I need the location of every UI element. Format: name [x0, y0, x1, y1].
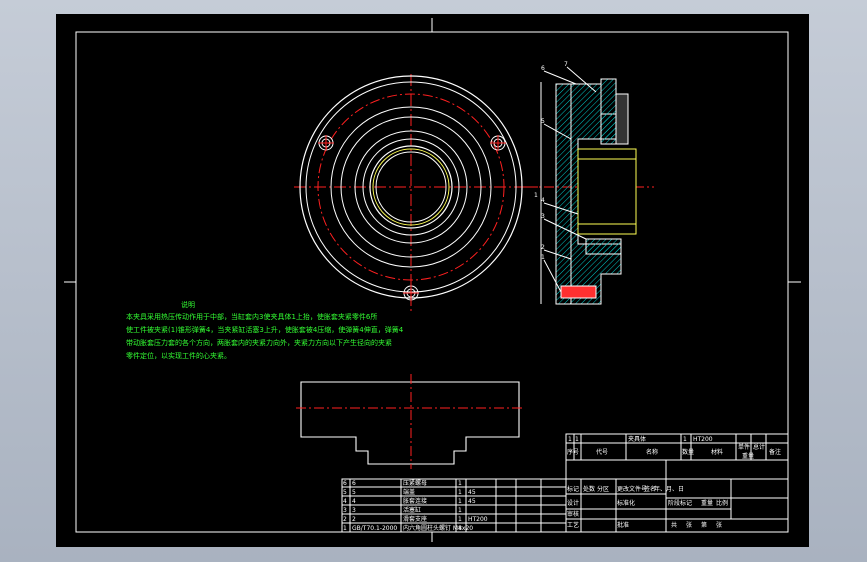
drawing-canvas: 6 7 5 1 4 3 2 1 说明 本夹具采用热压传动作用于中部，当缸套内3使…	[56, 14, 809, 547]
parts-cell: 3	[343, 507, 347, 514]
table-cell: 1	[683, 436, 687, 443]
title-cell: 更改文件号	[617, 485, 647, 493]
section-workpiece	[577, 148, 637, 235]
cad-drawing: 6 7 5 1 4 3 2 1 说明 本夹具采用热压传动作用于中部，当缸套内3使…	[64, 18, 801, 542]
parts-cell: 6	[343, 480, 347, 487]
parts-cell: 4	[458, 525, 462, 532]
parts-cell: 45	[468, 498, 476, 505]
parts-cell: 滑套支座	[403, 515, 427, 523]
parts-cell: 1	[343, 525, 347, 532]
table-header: 备注	[769, 448, 781, 456]
title-cell: 重量	[701, 499, 713, 507]
parts-cell: 2	[343, 516, 347, 523]
parts-cell: 1	[458, 480, 462, 487]
title-cell: 设计	[567, 499, 579, 507]
notes-line: 零件定位，以实现工件的心夹紧。	[126, 351, 231, 360]
title-cell: 共	[671, 521, 677, 529]
section-bottom-screw	[560, 285, 597, 299]
parts-cell: 5	[352, 489, 356, 496]
parts-cell: 6	[352, 480, 356, 487]
title-cell: 阶段标记	[668, 499, 692, 507]
parts-cell: 2	[352, 516, 356, 523]
table-cell: 1	[575, 436, 579, 443]
title-cell: 张	[686, 521, 692, 529]
parts-cell: 4	[343, 498, 347, 505]
parts-cell: 端盖	[403, 488, 415, 496]
notes-line: 本夹具采用热压传动作用于中部，当缸套内3使夹具体1上抬，使胀套夹紧零件6所	[126, 312, 377, 321]
title-cell: 张	[716, 521, 722, 529]
table-header: 序号	[567, 448, 579, 456]
section-base-plate	[555, 83, 572, 305]
table-cell: HT200	[693, 436, 713, 443]
title-cell: 标准化	[617, 499, 635, 507]
technical-notes: 说明 本夹具采用热压传动作用于中部，当缸套内3使夹具体1上抬，使胀套夹紧零件6所…	[126, 300, 404, 360]
parts-cell: 1	[458, 516, 462, 523]
section-bolt-top	[615, 93, 629, 145]
bolt-hole-1	[318, 135, 334, 151]
title-cell: 工艺	[567, 521, 579, 529]
table-header: 重量	[742, 452, 754, 460]
parts-cell: HT200	[468, 516, 488, 523]
title-cell: 分区	[597, 485, 609, 493]
title-cell: 批准	[617, 521, 629, 529]
table-cell: 1	[568, 436, 572, 443]
table-header: 名称	[646, 448, 658, 456]
section-lower-sleeve	[585, 238, 622, 255]
table-header: 代号	[596, 448, 608, 456]
parts-cell: 4	[352, 498, 356, 505]
title-cell: 审核	[567, 510, 579, 518]
table-header: 数量	[682, 448, 694, 456]
bottom-profile	[300, 381, 520, 465]
parts-cell: 1	[458, 507, 462, 514]
front-view	[294, 74, 538, 314]
parts-cell: 5	[343, 489, 347, 496]
parts-cell: 1	[458, 498, 462, 505]
notes-title: 说明	[181, 300, 195, 309]
parts-cell: 压紧螺母	[403, 479, 427, 487]
parts-cell: 45	[468, 489, 476, 496]
parts-cell: GB/T70.1-2000	[352, 525, 397, 532]
notes-line: 带动胀套压力套的各个方向，两胀套内的夹紧力向外，夹紧力方向以下产生径向的夹紧	[126, 338, 392, 347]
balloon-label: 1	[534, 192, 538, 199]
table-header: 总计	[753, 443, 765, 451]
bottom-view	[296, 374, 524, 469]
title-cell: 标记	[567, 485, 579, 493]
title-cell: 年、月、日	[654, 485, 684, 493]
parts-cell: 活塞缸	[403, 506, 421, 514]
bolt-hole-3	[403, 285, 419, 301]
section-top-nut	[600, 78, 617, 145]
parts-cell: 胀套连接	[403, 497, 427, 505]
title-cell: 第	[701, 521, 707, 529]
parts-cell: 内六角圆柱头螺钉 M8x20	[403, 524, 473, 532]
table-header: 材料	[711, 448, 723, 456]
parts-cell: 1	[458, 489, 462, 496]
title-cell: 比例	[716, 499, 728, 507]
parts-cell: 3	[352, 507, 356, 514]
title-block: 6 6 压紧螺母 1 5 5 端盖 1 45 4 4 胀套连接 1 45 3 3…	[341, 460, 789, 533]
section-view	[526, 78, 654, 305]
notes-line: 使工件被夹紧(1)锥形弹簧4，当夹紧缸活塞3上升，使胀套被4压缩，使弹簧4伸直，…	[126, 325, 404, 334]
table-header: 单件	[738, 443, 750, 451]
table-cell: 夹具体	[628, 435, 646, 443]
upper-table: 1 1 夹具体 1 HT200 序号 代号 名称 数量 材料 单件 总计 备注 …	[565, 433, 789, 461]
title-cell: 处数	[583, 485, 595, 493]
